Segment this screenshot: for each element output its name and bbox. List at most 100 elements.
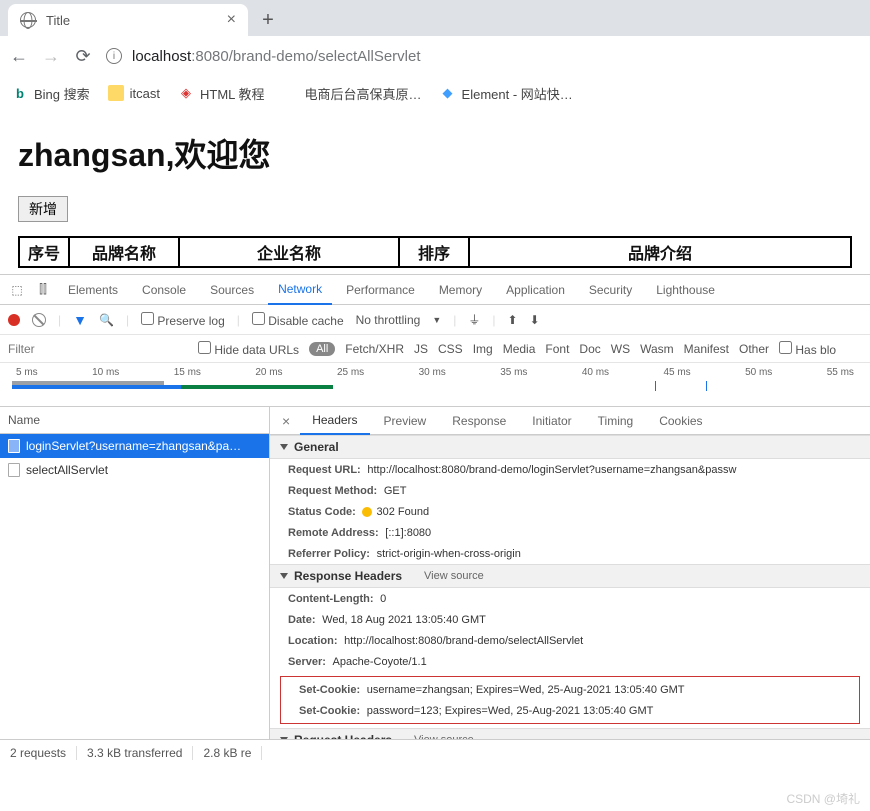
triangle-icon [280, 444, 288, 450]
new-tab-button[interactable]: + [254, 6, 282, 34]
col-order: 排序 [399, 237, 469, 267]
bookmark-bing[interactable]: bBing 搜索 [12, 84, 90, 103]
triangle-icon [280, 573, 288, 579]
tab-memory[interactable]: Memory [429, 275, 492, 305]
referrer-policy: Referrer Policy: strict-origin-when-cros… [270, 543, 870, 564]
tab-timing[interactable]: Timing [586, 407, 646, 435]
url-host: localhost [132, 48, 191, 65]
tab-response[interactable]: Response [440, 407, 518, 435]
filter-manifest[interactable]: Manifest [684, 342, 729, 356]
transferred-size: 3.3 kB transferred [77, 746, 193, 760]
tab-console[interactable]: Console [132, 275, 196, 305]
filter-ws[interactable]: WS [611, 342, 630, 356]
remote-address: Remote Address: [::1]:8080 [270, 522, 870, 543]
page-content: zhangsan,欢迎您 新增 序号 品牌名称 企业名称 排序 品牌介绍 [0, 110, 870, 274]
info-icon[interactable]: i [106, 48, 122, 64]
detail-tabs: × Headers Preview Response Initiator Tim… [270, 407, 870, 435]
set-cookie-highlight: Set-Cookie: username=zhangsan; Expires=W… [280, 676, 860, 724]
html-icon: ◈ [178, 85, 194, 101]
bookmarks-bar: bBing 搜索 itcast ◈HTML 教程 电商后台高保真原… ◆Elem… [0, 76, 870, 110]
tab-initiator[interactable]: Initiator [520, 407, 583, 435]
filter-wasm[interactable]: Wasm [640, 342, 674, 356]
search-icon[interactable]: 🔍 [99, 313, 114, 327]
back-icon[interactable]: ← [10, 46, 28, 67]
tab-network[interactable]: Network [268, 275, 332, 305]
network-filter-bar: Hide data URLs All Fetch/XHR JS CSS Img … [0, 335, 870, 363]
section-request-headers[interactable]: Request HeadersView source [270, 728, 870, 739]
filter-fetch[interactable]: Fetch/XHR [345, 342, 404, 356]
tab-headers[interactable]: Headers [300, 407, 369, 435]
has-blocked-checkbox[interactable]: Has blo [779, 341, 836, 357]
hide-data-urls-checkbox[interactable]: Hide data URLs [198, 341, 299, 357]
close-icon[interactable]: × [227, 11, 236, 29]
devtools-tabs: ⬚ ⫿⫿ Elements Console Sources Network Pe… [0, 275, 870, 305]
address-bar: ← → ⟳ i localhost:8080/brand-demo/select… [0, 36, 870, 76]
request-url: Request URL: http://localhost:8080/brand… [270, 459, 870, 480]
request-list-header: Name [0, 407, 269, 434]
request-item-login[interactable]: loginServlet?username=zhangsan&pa… [0, 434, 269, 458]
filter-all[interactable]: All [309, 342, 335, 356]
tab-security[interactable]: Security [579, 275, 642, 305]
bookmark-ecommerce[interactable]: 电商后台高保真原… [283, 84, 422, 103]
url-input[interactable]: i localhost:8080/brand-demo/selectAllSer… [106, 48, 860, 65]
view-source-link[interactable]: View source [414, 734, 474, 739]
bookmark-element[interactable]: ◆Element - 网站快… [440, 84, 573, 103]
network-toolbar: | ▼ 🔍 | Preserve log | Disable cache No … [0, 305, 870, 335]
upload-icon[interactable]: ⬆ [508, 313, 518, 327]
resources-size: 2.8 kB re [193, 746, 262, 760]
tab-application[interactable]: Application [496, 275, 575, 305]
close-detail-icon[interactable]: × [274, 413, 298, 429]
col-seq: 序号 [19, 237, 69, 267]
filter-doc[interactable]: Doc [579, 342, 600, 356]
chevron-down-icon[interactable]: ▼ [432, 315, 441, 325]
filter-other[interactable]: Other [739, 342, 769, 356]
section-general[interactable]: General [270, 435, 870, 459]
tab-performance[interactable]: Performance [336, 275, 425, 305]
col-desc: 品牌介绍 [469, 237, 851, 267]
clear-icon[interactable] [32, 313, 46, 327]
tab-cookies[interactable]: Cookies [647, 407, 714, 435]
filter-input[interactable] [8, 340, 188, 358]
server-header: Server: Apache-Coyote/1.1 [270, 651, 870, 672]
filter-img[interactable]: Img [473, 342, 493, 356]
throttling-select[interactable]: No throttling [356, 313, 421, 327]
network-timeline[interactable]: 5 ms 10 ms 15 ms 20 ms 25 ms 30 ms 35 ms… [0, 363, 870, 407]
record-icon[interactable] [8, 314, 20, 326]
inspect-icon[interactable]: ⬚ [6, 283, 28, 297]
tab-lighthouse[interactable]: Lighthouse [646, 275, 725, 305]
globe-icon [283, 85, 299, 101]
view-source-link[interactable]: View source [424, 570, 484, 582]
tab-preview[interactable]: Preview [372, 407, 439, 435]
disable-cache-checkbox[interactable]: Disable cache [252, 312, 344, 328]
col-brand: 品牌名称 [69, 237, 179, 267]
preserve-log-checkbox[interactable]: Preserve log [141, 312, 225, 328]
location-header: Location: http://localhost:8080/brand-de… [270, 630, 870, 651]
folder-icon [108, 85, 124, 101]
section-response-headers[interactable]: Response HeadersView source [270, 564, 870, 588]
devtools-status-bar: 2 requests 3.3 kB transferred 2.8 kB re [0, 739, 870, 765]
tab-sources[interactable]: Sources [200, 275, 264, 305]
welcome-heading: zhangsan,欢迎您 [18, 130, 852, 176]
brand-table: 序号 品牌名称 企业名称 排序 品牌介绍 [18, 236, 852, 268]
reload-icon[interactable]: ⟳ [74, 46, 92, 67]
browser-tab[interactable]: Title × [8, 4, 248, 36]
filter-font[interactable]: Font [545, 342, 569, 356]
tab-elements[interactable]: Elements [58, 275, 128, 305]
watermark: CSDN @埼礼 [786, 790, 860, 807]
wifi-icon[interactable]: ⏚ [468, 311, 480, 328]
filter-media[interactable]: Media [503, 342, 536, 356]
filter-icon[interactable]: ▼ [73, 312, 87, 328]
add-button[interactable]: 新增 [18, 196, 68, 222]
filter-js[interactable]: JS [414, 342, 428, 356]
forward-icon[interactable]: → [42, 46, 60, 67]
device-icon[interactable]: ⫿⫿ [32, 282, 54, 297]
bookmark-itcast[interactable]: itcast [108, 85, 160, 101]
col-company: 企业名称 [179, 237, 399, 267]
document-icon [8, 463, 20, 477]
bookmark-html[interactable]: ◈HTML 教程 [178, 84, 265, 103]
document-icon [8, 439, 20, 453]
download-icon[interactable]: ⬇ [530, 313, 540, 327]
date-header: Date: Wed, 18 Aug 2021 13:05:40 GMT [270, 609, 870, 630]
filter-css[interactable]: CSS [438, 342, 463, 356]
request-item-selectall[interactable]: selectAllServlet [0, 458, 269, 482]
